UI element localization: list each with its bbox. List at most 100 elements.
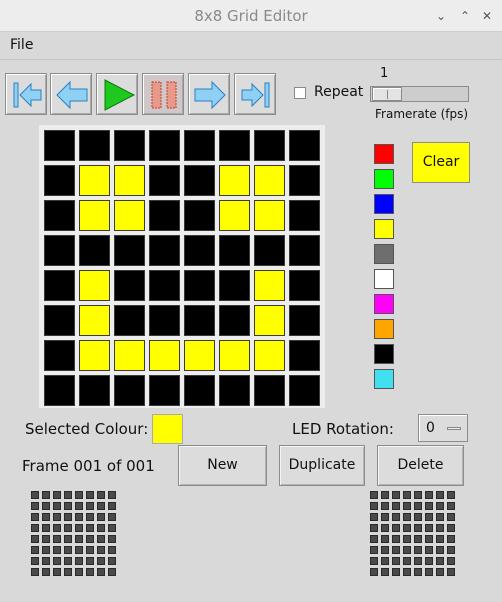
led-cell[interactable] [114, 340, 145, 371]
led-cell[interactable] [44, 235, 75, 266]
led-cell[interactable] [254, 305, 285, 336]
led-cell[interactable] [44, 165, 75, 196]
led-cell[interactable] [254, 235, 285, 266]
palette-swatch[interactable] [374, 169, 394, 189]
palette-swatch[interactable] [374, 294, 394, 314]
led-cell[interactable] [184, 375, 215, 406]
led-cell[interactable] [289, 305, 320, 336]
led-cell[interactable] [219, 235, 250, 266]
thumbnail-led [414, 524, 422, 532]
led-cell[interactable] [289, 165, 320, 196]
led-cell[interactable] [289, 340, 320, 371]
led-cell[interactable] [289, 235, 320, 266]
palette-swatch[interactable] [374, 369, 394, 389]
first-frame-button[interactable] [5, 73, 47, 115]
palette-swatch[interactable] [374, 344, 394, 364]
led-cell[interactable] [79, 340, 110, 371]
led-cell[interactable] [184, 235, 215, 266]
duplicate-frame-button[interactable]: Duplicate [279, 445, 365, 486]
led-cell[interactable] [114, 200, 145, 231]
led-cell[interactable] [184, 165, 215, 196]
led-cell[interactable] [79, 375, 110, 406]
pause-button[interactable] [142, 73, 184, 115]
led-cell[interactable] [149, 375, 180, 406]
led-cell[interactable] [114, 130, 145, 161]
led-cell[interactable] [149, 200, 180, 231]
led-cell[interactable] [219, 200, 250, 231]
led-cell[interactable] [254, 270, 285, 301]
led-cell[interactable] [149, 235, 180, 266]
frame-thumbnail-right[interactable] [370, 491, 458, 579]
thumbnail-led [436, 491, 444, 499]
led-cell[interactable] [219, 340, 250, 371]
led-cell[interactable] [149, 130, 180, 161]
palette-swatch[interactable] [374, 219, 394, 239]
led-cell[interactable] [184, 270, 215, 301]
led-cell[interactable] [149, 270, 180, 301]
selected-colour-swatch [152, 414, 183, 444]
led-cell[interactable] [114, 375, 145, 406]
led-cell[interactable] [44, 305, 75, 336]
led-cell[interactable] [219, 270, 250, 301]
led-cell[interactable] [289, 200, 320, 231]
led-cell[interactable] [79, 165, 110, 196]
led-cell[interactable] [79, 130, 110, 161]
led-cell[interactable] [184, 340, 215, 371]
led-cell[interactable] [44, 130, 75, 161]
led-cell[interactable] [149, 305, 180, 336]
thumbnail-led [425, 513, 433, 521]
led-cell[interactable] [219, 375, 250, 406]
led-cell[interactable] [114, 305, 145, 336]
close-icon[interactable]: ✕ [478, 7, 496, 25]
led-cell[interactable] [219, 130, 250, 161]
led-cell[interactable] [44, 340, 75, 371]
led-cell[interactable] [79, 270, 110, 301]
next-frame-button[interactable] [188, 73, 230, 115]
led-cell[interactable] [184, 305, 215, 336]
led-cell[interactable] [219, 165, 250, 196]
clear-button[interactable]: Clear [412, 142, 470, 183]
previous-frame-button[interactable] [50, 73, 92, 115]
led-cell[interactable] [289, 375, 320, 406]
minimize-icon[interactable]: ⌄ [432, 7, 450, 25]
led-rotation-select[interactable]: 0 [418, 414, 468, 442]
palette-swatch[interactable] [374, 269, 394, 289]
palette-swatch[interactable] [374, 319, 394, 339]
led-cell[interactable] [114, 235, 145, 266]
palette-swatch[interactable] [374, 244, 394, 264]
delete-frame-button[interactable]: Delete [377, 445, 464, 486]
led-cell[interactable] [79, 235, 110, 266]
menu-file[interactable]: File [10, 37, 33, 53]
led-cell[interactable] [219, 305, 250, 336]
led-cell[interactable] [149, 165, 180, 196]
led-cell[interactable] [114, 270, 145, 301]
led-cell[interactable] [44, 200, 75, 231]
led-cell[interactable] [289, 270, 320, 301]
frame-thumbnail-left[interactable] [31, 491, 119, 579]
framerate-slider-handle[interactable] [372, 87, 402, 101]
led-cell[interactable] [149, 340, 180, 371]
new-frame-button[interactable]: New [178, 445, 267, 486]
led-cell[interactable] [44, 375, 75, 406]
thumbnail-led [64, 524, 72, 532]
led-cell[interactable] [254, 130, 285, 161]
led-cell[interactable] [254, 165, 285, 196]
led-cell[interactable] [44, 270, 75, 301]
palette-swatch[interactable] [374, 144, 394, 164]
repeat-checkbox[interactable] [294, 87, 306, 99]
led-cell[interactable] [114, 165, 145, 196]
thumbnail-led [86, 513, 94, 521]
led-cell[interactable] [79, 200, 110, 231]
led-cell[interactable] [184, 130, 215, 161]
play-button[interactable] [96, 73, 138, 115]
led-cell[interactable] [184, 200, 215, 231]
thumbnail-led [42, 535, 50, 543]
led-cell[interactable] [289, 130, 320, 161]
led-cell[interactable] [254, 340, 285, 371]
led-cell[interactable] [254, 375, 285, 406]
palette-swatch[interactable] [374, 194, 394, 214]
led-cell[interactable] [254, 200, 285, 231]
led-cell[interactable] [79, 305, 110, 336]
maximize-icon[interactable]: ⌃ [456, 7, 474, 25]
last-frame-button[interactable] [234, 73, 276, 115]
